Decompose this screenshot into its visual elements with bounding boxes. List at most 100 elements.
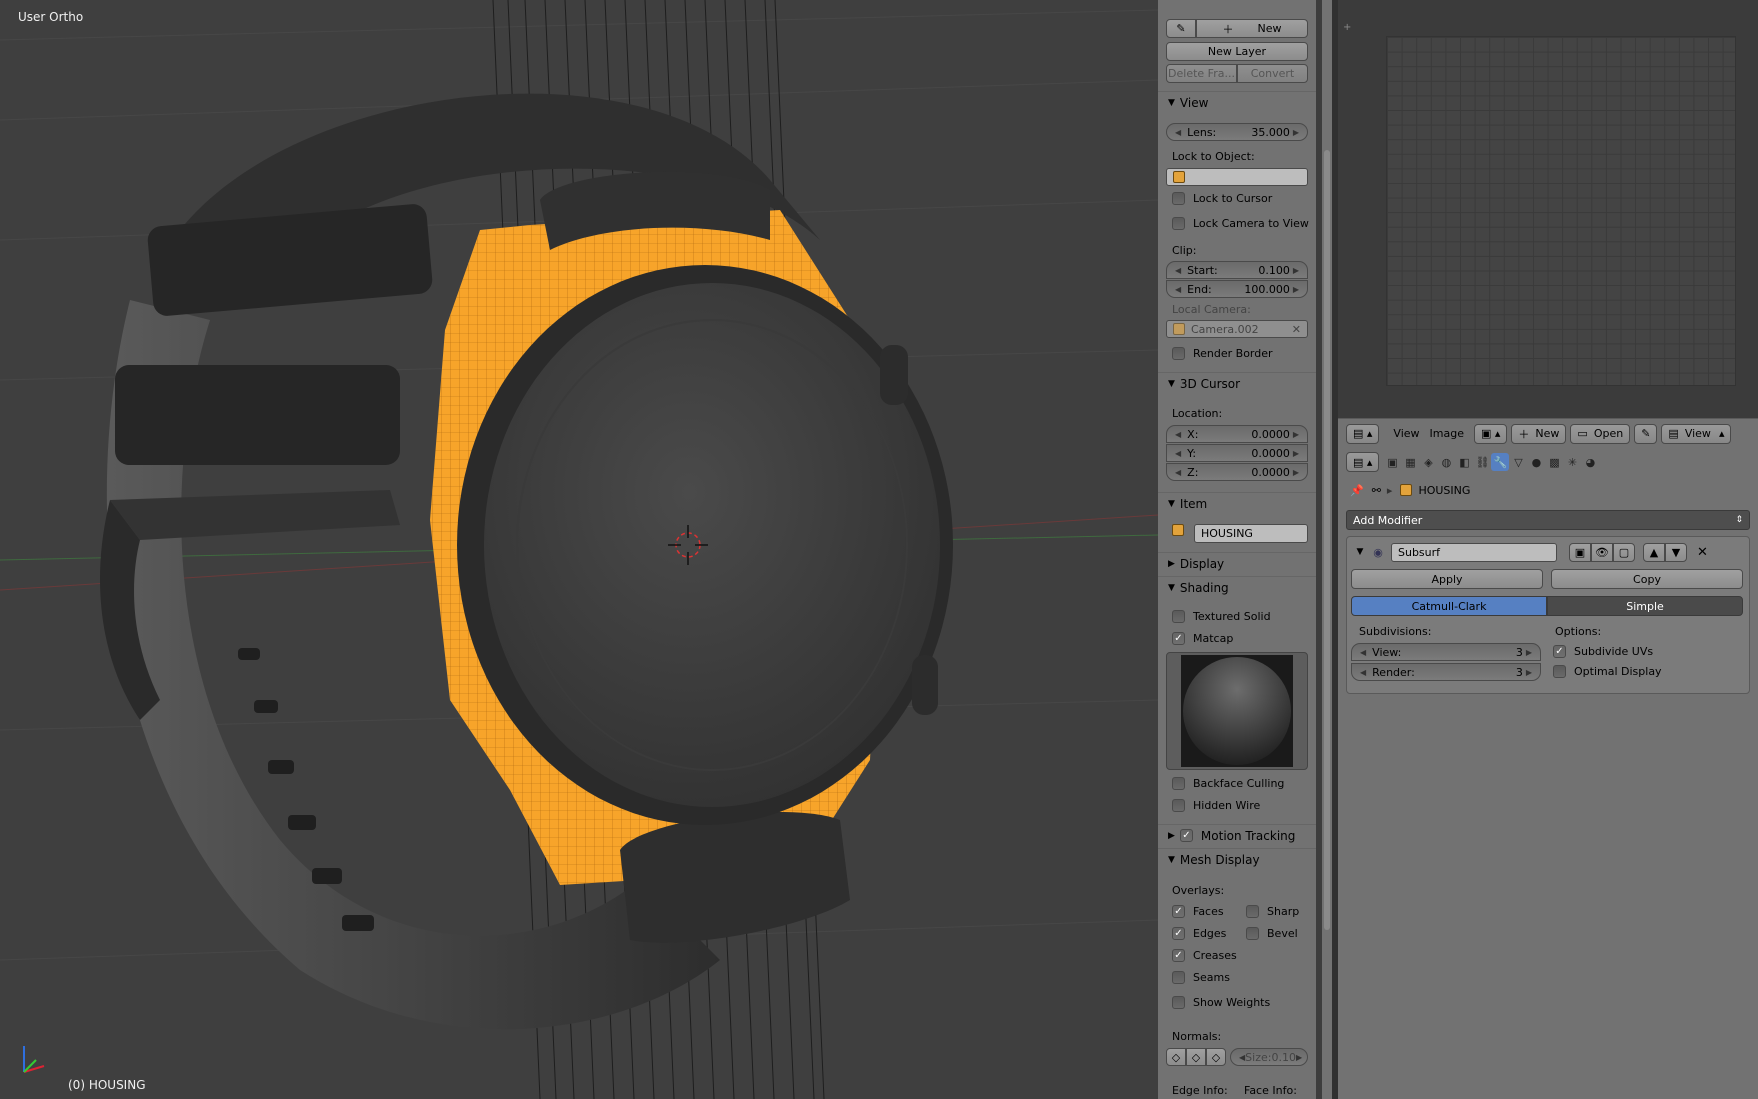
pencil-icon[interactable]: ✎ bbox=[1166, 19, 1196, 38]
checkmark-icon[interactable]: ✓ bbox=[1172, 632, 1185, 645]
checkbox[interactable] bbox=[1172, 799, 1185, 812]
checkbox[interactable] bbox=[1246, 905, 1259, 918]
copy-button[interactable]: Copy bbox=[1551, 569, 1743, 589]
material-tab-icon[interactable]: ● bbox=[1527, 453, 1545, 471]
checkbox[interactable] bbox=[1172, 996, 1185, 1009]
new-layer-button[interactable]: New Layer bbox=[1166, 42, 1308, 61]
seams-checkbox[interactable]: Seams bbox=[1172, 971, 1230, 984]
clip-end-field[interactable]: ◀ End: 100.000 ▶ bbox=[1166, 280, 1308, 298]
uv-view-menu[interactable]: View bbox=[1393, 427, 1419, 440]
face-normals-icon[interactable]: ◇ bbox=[1206, 1048, 1226, 1066]
shading-panel-header[interactable]: ▼ Shading bbox=[1158, 576, 1316, 598]
editor-type-icon[interactable]: ▤ ▴ bbox=[1346, 452, 1380, 472]
scene-tab-icon[interactable]: ◈ bbox=[1419, 453, 1437, 471]
show-weights-checkbox[interactable]: Show Weights bbox=[1172, 996, 1270, 1009]
item-panel-header[interactable]: ▼ Item bbox=[1158, 492, 1316, 514]
checkbox[interactable] bbox=[1172, 971, 1185, 984]
lens-field[interactable]: ◀ Lens: 35.000 ▶ bbox=[1166, 123, 1308, 141]
matcap-checkbox[interactable]: ✓ Matcap bbox=[1172, 632, 1233, 645]
checkmark-icon[interactable]: ✓ bbox=[1172, 927, 1185, 940]
checkmark-icon[interactable]: ✓ bbox=[1172, 905, 1185, 918]
cursor-y-field[interactable]: ◀ Y: 0.0000 ▶ bbox=[1166, 444, 1308, 462]
bevel-checkbox[interactable]: Bevel bbox=[1246, 927, 1298, 940]
world-tab-icon[interactable]: ◍ bbox=[1437, 453, 1455, 471]
physics-tab-icon[interactable]: ◕ bbox=[1581, 453, 1599, 471]
render-layers-tab-icon[interactable]: ▦ bbox=[1401, 453, 1419, 471]
textured-solid-checkbox[interactable]: Textured Solid bbox=[1172, 610, 1271, 623]
lock-to-cursor-checkbox[interactable]: Lock to Cursor bbox=[1172, 192, 1272, 205]
delete-frame-button[interactable]: Delete Fra... bbox=[1166, 64, 1237, 83]
matcap-preview[interactable] bbox=[1166, 652, 1308, 770]
item-name-field[interactable]: HOUSING bbox=[1194, 524, 1308, 543]
checkbox[interactable] bbox=[1246, 927, 1259, 940]
cursor-z-field[interactable]: ◀ Z: 0.0000 ▶ bbox=[1166, 463, 1308, 481]
cursor-x-field[interactable]: ◀ X: 0.0000 ▶ bbox=[1166, 425, 1308, 443]
uv-grid[interactable] bbox=[1386, 36, 1736, 386]
modifier-name-field[interactable]: Subsurf bbox=[1391, 542, 1557, 562]
lock-camera-checkbox[interactable]: Lock Camera to View bbox=[1172, 217, 1309, 230]
clear-x-icon[interactable]: ✕ bbox=[1292, 323, 1301, 336]
catmull-clark-toggle[interactable]: Catmull-Clark bbox=[1351, 596, 1547, 616]
clip-start-field[interactable]: ◀ Start: 0.100 ▶ bbox=[1166, 261, 1308, 279]
checkbox[interactable] bbox=[1172, 217, 1185, 230]
checkbox[interactable] bbox=[1172, 347, 1185, 360]
checkmark-icon[interactable]: ✓ bbox=[1179, 829, 1193, 842]
gp-new-button[interactable]: ＋ New bbox=[1196, 19, 1308, 38]
constraints-tab-icon[interactable]: ⛓ bbox=[1473, 453, 1491, 471]
simple-toggle[interactable]: Simple bbox=[1547, 596, 1743, 616]
properties-shelf[interactable]: ✎ ＋ New New Layer Delete Fra... Convert ▼… bbox=[1158, 0, 1316, 1099]
viewport-eye-icon[interactable]: 👁 bbox=[1591, 542, 1613, 562]
data-tab-icon[interactable]: ▽ bbox=[1509, 453, 1527, 471]
move-up-icon[interactable]: ▲ bbox=[1643, 542, 1665, 562]
convert-button[interactable]: Convert bbox=[1237, 64, 1308, 83]
remove-modifier-icon[interactable]: ✕ bbox=[1697, 545, 1708, 560]
checkmark-icon[interactable]: ✓ bbox=[1172, 949, 1185, 962]
cursor-panel-header[interactable]: ▼ 3D Cursor bbox=[1158, 372, 1316, 394]
view-mode-dropdown[interactable]: ▤ View ▴ bbox=[1661, 423, 1732, 444]
move-down-icon[interactable]: ▼ bbox=[1665, 542, 1687, 562]
scene-render[interactable] bbox=[0, 0, 1158, 1099]
vertex-normals-icon[interactable]: ◇ bbox=[1166, 1048, 1186, 1066]
checkmark-icon[interactable]: ✓ bbox=[1553, 645, 1566, 658]
particles-tab-icon[interactable]: ✳ bbox=[1563, 453, 1581, 471]
pin-icon[interactable]: ✎ bbox=[1634, 423, 1658, 444]
checkbox[interactable] bbox=[1553, 665, 1566, 678]
image-browse-icon[interactable]: ▣ ▴ bbox=[1473, 423, 1508, 444]
sharp-checkbox[interactable]: Sharp bbox=[1246, 905, 1299, 918]
hidden-wire-checkbox[interactable]: Hidden Wire bbox=[1172, 799, 1260, 812]
scrollbar-thumb[interactable] bbox=[1324, 150, 1330, 930]
faces-checkbox[interactable]: ✓ Faces bbox=[1172, 905, 1224, 918]
3d-viewport[interactable]: User Ortho (0) HOUSING bbox=[0, 0, 1158, 1099]
normals-size-field[interactable]: ◀ Size: 0.10 ▶ bbox=[1230, 1048, 1308, 1066]
subdiv-render-field[interactable]: ◀ Render: 3 ▶ bbox=[1351, 663, 1541, 681]
uv-image-editor[interactable]: + bbox=[1338, 0, 1758, 418]
checkbox[interactable] bbox=[1172, 192, 1185, 205]
render-border-checkbox[interactable]: Render Border bbox=[1172, 347, 1273, 360]
checkbox[interactable] bbox=[1172, 777, 1185, 790]
edges-checkbox[interactable]: ✓ Edges bbox=[1172, 927, 1226, 940]
image-new-button[interactable]: ＋ New bbox=[1511, 423, 1567, 444]
editor-type-icon[interactable]: ▤ ▴ bbox=[1346, 423, 1380, 444]
checkbox[interactable] bbox=[1172, 610, 1185, 623]
creases-checkbox[interactable]: ✓ Creases bbox=[1172, 949, 1237, 962]
display-panel-header[interactable]: ▶ Display bbox=[1158, 552, 1316, 574]
texture-tab-icon[interactable]: ▩ bbox=[1545, 453, 1563, 471]
loop-normals-icon[interactable]: ◇ bbox=[1186, 1048, 1206, 1066]
view-panel-header[interactable]: ▼ View bbox=[1158, 91, 1316, 113]
render-toggle-icon[interactable]: ▣ bbox=[1569, 542, 1591, 562]
area-corner-icon[interactable]: + bbox=[1343, 22, 1351, 33]
collapse-triangle-icon[interactable]: ▼ bbox=[1351, 547, 1369, 557]
shelf-scrollbar[interactable] bbox=[1322, 0, 1332, 1099]
subdiv-view-field[interactable]: ◀ View: 3 ▶ bbox=[1351, 643, 1541, 661]
add-modifier-dropdown[interactable]: Add Modifier ⇕ bbox=[1346, 510, 1750, 530]
render-tab-icon[interactable]: ▣ bbox=[1383, 453, 1401, 471]
subdivide-uvs-checkbox[interactable]: ✓ Subdivide UVs bbox=[1553, 645, 1653, 658]
motion-tracking-header[interactable]: ▶ ✓ Motion Tracking bbox=[1158, 824, 1316, 846]
uv-image-menu[interactable]: Image bbox=[1430, 427, 1464, 440]
object-tab-icon[interactable]: ◧ bbox=[1455, 453, 1473, 471]
image-open-button[interactable]: ▭ Open bbox=[1570, 423, 1631, 444]
optimal-display-checkbox[interactable]: Optimal Display bbox=[1553, 665, 1662, 678]
lock-object-field[interactable] bbox=[1166, 168, 1308, 186]
apply-button[interactable]: Apply bbox=[1351, 569, 1543, 589]
editmode-toggle-icon[interactable]: ▢ bbox=[1613, 542, 1635, 562]
